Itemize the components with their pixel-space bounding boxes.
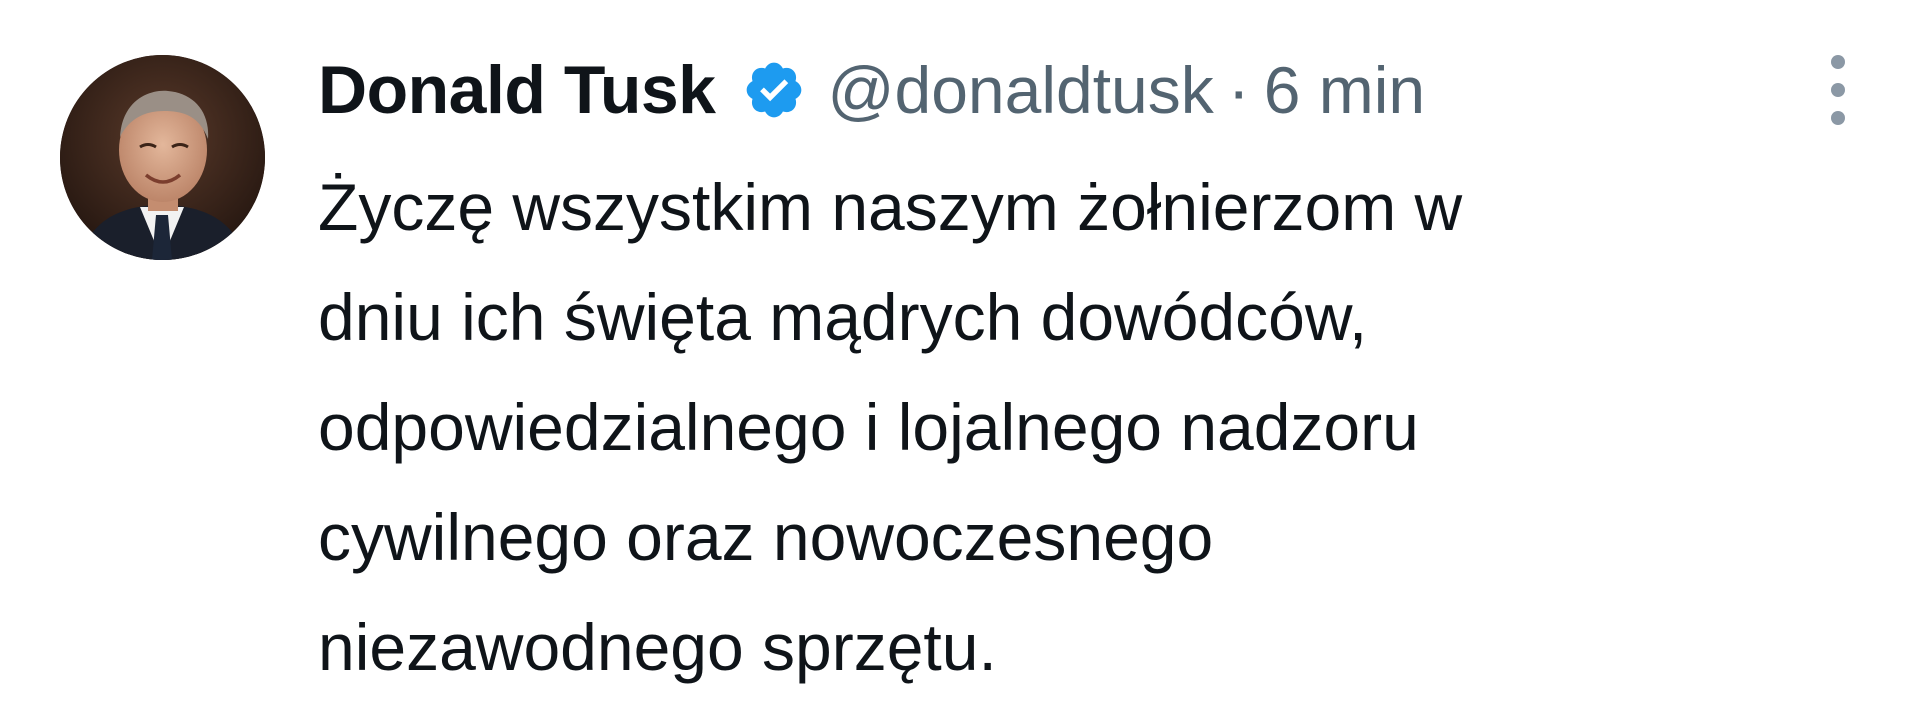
more-options-icon[interactable]	[1818, 55, 1858, 125]
avatar[interactable]	[60, 55, 265, 260]
tweet-text-line: Życzę wszystkim naszym żołnierzom w	[318, 170, 1463, 244]
separator-dot: ·	[1227, 53, 1250, 127]
more-dot	[1831, 55, 1845, 69]
author-handle[interactable]: @donaldtusk	[828, 52, 1214, 128]
tweet-text-line: niezawodnego sprzętu.	[318, 610, 997, 684]
author-name[interactable]: Donald Tusk	[318, 51, 716, 129]
timestamp[interactable]: 6 min	[1264, 52, 1425, 128]
tweet-text-line: odpowiedzialnego i lojalnego nadzoru	[318, 390, 1419, 464]
tweet-card: Donald Tusk @donaldtusk · 6 min Życzę ws…	[0, 0, 1920, 727]
more-dot	[1831, 83, 1845, 97]
avatar-photo	[60, 55, 265, 260]
tweet-header: Donald Tusk @donaldtusk · 6 min	[318, 40, 1425, 140]
verified-badge-icon	[742, 58, 806, 122]
tweet-text-line: dniu ich święta mądrych dowódców,	[318, 280, 1368, 354]
tweet-text: Życzę wszystkim naszym żołnierzom w dniu…	[318, 152, 1818, 702]
tweet-text-line: cywilnego oraz nowoczesnego	[318, 500, 1214, 574]
more-dot	[1831, 111, 1845, 125]
